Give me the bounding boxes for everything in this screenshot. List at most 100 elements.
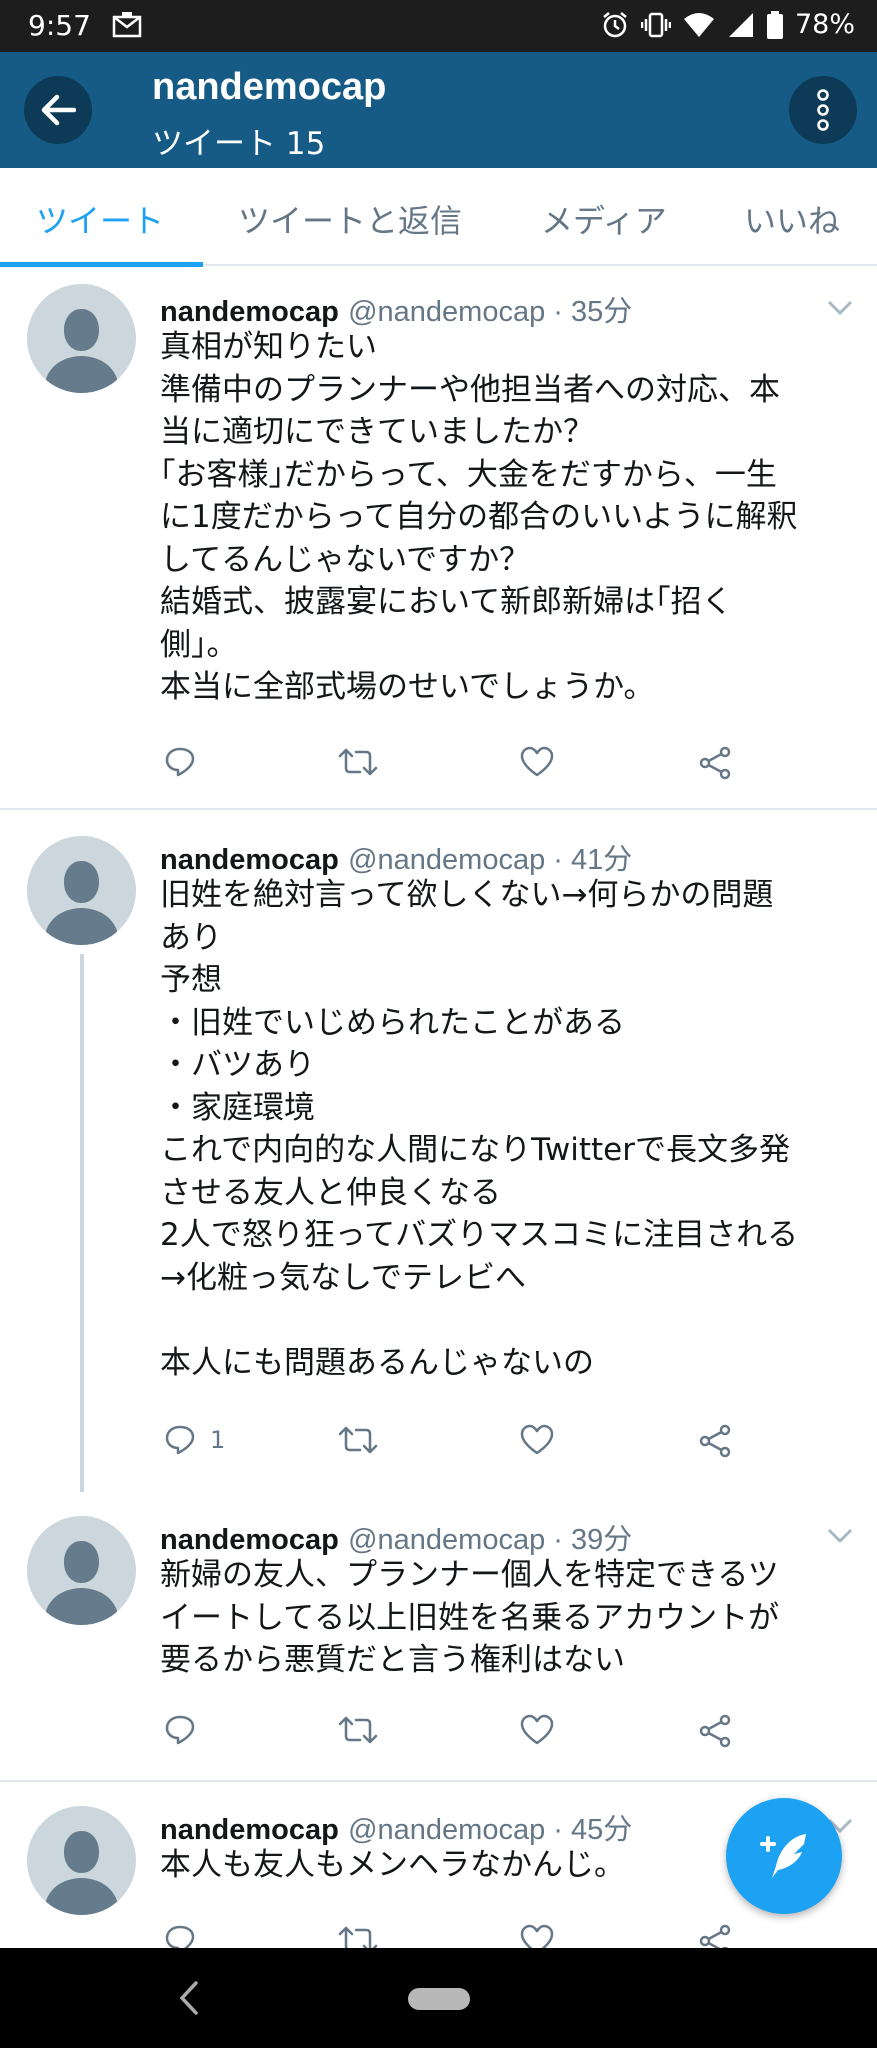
more-options-button[interactable] <box>789 76 857 144</box>
avatar-head <box>64 1831 99 1873</box>
retweet-icon <box>338 1426 378 1454</box>
chevron-down-icon[interactable] <box>827 300 853 316</box>
tweet-header: nandemocap @nandemocap · 35分 <box>160 288 632 330</box>
tweet-text-line: ・旧姓でいじめられたことがある <box>160 1004 625 1041</box>
chevron-down-icon[interactable] <box>827 1528 853 1544</box>
reply-button[interactable] <box>164 1924 196 1948</box>
like-button[interactable] <box>520 1924 554 1948</box>
tweet-actions: 1 <box>160 1424 760 1464</box>
tab-tweets[interactable]: ツイート <box>36 196 164 242</box>
retweet-button[interactable] <box>338 1424 378 1456</box>
tab-likes[interactable]: いいね <box>744 196 840 242</box>
tweet-text-line: ・バツあり <box>160 1047 315 1083</box>
reply-icon <box>165 747 195 777</box>
vibrate-icon <box>640 12 671 37</box>
tweet[interactable]: nandemocap @nandemocap · 41分 旧姓を絶対言って欲しく… <box>0 812 877 1494</box>
like-icon <box>520 746 554 777</box>
reply-icon <box>165 1715 195 1745</box>
more-vertical-icon <box>817 89 829 131</box>
arrow-left-icon <box>41 94 76 126</box>
like-button[interactable] <box>520 746 554 778</box>
tweet-text-line: に1度だからって自分の都合のいいように解釈 <box>160 499 798 535</box>
retweet-icon <box>338 1926 378 1948</box>
tweet-author-name: nandemocap <box>160 1524 339 1556</box>
reply-count: 1 <box>210 1426 226 1454</box>
reply-button[interactable] <box>164 746 210 778</box>
avatar[interactable] <box>27 284 136 393</box>
share-button[interactable] <box>698 746 732 780</box>
nav-back-icon[interactable] <box>178 1980 200 2016</box>
tweet-author-name: nandemocap <box>160 296 339 328</box>
avatar[interactable] <box>27 1806 136 1915</box>
share-icon <box>699 1924 731 1948</box>
avatar[interactable] <box>27 1516 136 1625</box>
share-icon <box>699 1714 731 1748</box>
wifi-icon <box>683 12 714 37</box>
tweet[interactable]: nandemocap @nandemocap · 35分 真相が知りたい 準備中… <box>0 268 877 810</box>
tweet-text-line: 本人にも問題あるんじゃないの <box>160 1344 594 1381</box>
avatar[interactable] <box>27 836 136 945</box>
compose-tweet-button[interactable] <box>726 1798 842 1914</box>
battery-icon <box>766 10 783 39</box>
tweet-text: 新婦の友人、プランナー個人を特定できるツ イートしてる以上旧姓を名乗るアカウント… <box>160 1554 860 1682</box>
tweet-text-line: →化粧っ気なしでテレビへ <box>160 1259 527 1296</box>
tweet[interactable]: nandemocap @nandemocap · 39分 新婦の友人、プランナー… <box>0 1492 877 1782</box>
nav-home-pill[interactable] <box>408 1988 470 2010</box>
share-button[interactable] <box>698 1714 732 1748</box>
system-nav-bar <box>0 1948 877 2048</box>
avatar-head <box>64 1541 99 1583</box>
tweet-text-line: 予想 <box>160 962 222 998</box>
retweet-icon <box>338 1716 378 1744</box>
tweet-text-line: させる友人と仲良くなる <box>160 1174 501 1211</box>
tweet-actions <box>160 746 760 786</box>
status-time: 9:57 <box>28 9 91 42</box>
avatar-body <box>45 1878 118 1915</box>
tab-media[interactable]: メディア <box>541 196 667 242</box>
reply-button[interactable]: 1 <box>164 1424 225 1456</box>
tweet-count: ツイート 15 <box>152 126 326 162</box>
share-icon <box>699 746 731 780</box>
tab-tweets-and-replies[interactable]: ツイートと返信 <box>238 196 462 242</box>
active-tab-indicator <box>0 262 203 267</box>
retweet-button[interactable] <box>338 1714 378 1746</box>
reply-icon <box>165 1925 195 1948</box>
like-icon <box>520 1424 554 1455</box>
notification-icon <box>112 12 142 38</box>
reply-button[interactable] <box>164 1714 210 1746</box>
like-icon <box>520 1924 554 1948</box>
share-button[interactable] <box>698 1924 732 1948</box>
tweet-text-line: 準備中のプランナーや他担当者への対応、本 <box>160 371 780 408</box>
back-button[interactable] <box>24 76 92 144</box>
share-button[interactable] <box>698 1424 732 1458</box>
profile-name: nandemocap <box>152 66 387 108</box>
reply-icon <box>165 1425 195 1455</box>
alarm-icon <box>603 11 627 37</box>
tweet-text-line: 当に適切にできていましたか？ <box>160 414 594 450</box>
tweet-header: nandemocap @nandemocap · 45分 <box>160 1806 632 1848</box>
profile-header: nandemocap ツイート 15 <box>0 52 877 168</box>
avatar-head <box>64 309 99 351</box>
tweet-text-line: イートしてる以上旧姓を名乗るアカウントが <box>160 1599 780 1636</box>
tweet-text-line: あり <box>160 919 222 956</box>
tweet-text-line: 側｣。 <box>160 626 238 663</box>
tweet-header: nandemocap @nandemocap · 41分 <box>160 836 632 878</box>
tweet-actions <box>160 1714 760 1754</box>
tweet-handle-time: @nandemocap · 45分 <box>348 1814 633 1846</box>
share-icon <box>699 1424 731 1458</box>
tweet-text-line: 要るから悪質だと言う権利はない <box>160 1642 625 1678</box>
tweet-text-line: ｢お客様｣だからって、大金をだすから、一生 <box>160 456 777 493</box>
tweet-text-line: 本当に全部式場のせいでしょうか。 <box>160 669 655 705</box>
thread-line <box>80 954 84 1494</box>
retweet-button[interactable] <box>338 1924 378 1948</box>
avatar-head <box>64 861 99 903</box>
tweet-author-name: nandemocap <box>160 1814 339 1846</box>
retweet-button[interactable] <box>338 746 378 778</box>
tweet-text-line: 結婚式、披露宴において新郎新婦は｢招く <box>160 584 733 620</box>
like-button[interactable] <box>520 1424 554 1456</box>
tweet-text-line: 新婦の友人、プランナー個人を特定できるツ <box>160 1557 779 1593</box>
like-icon <box>520 1714 554 1745</box>
like-button[interactable] <box>520 1714 554 1746</box>
compose-feather-icon <box>760 1834 806 1878</box>
tweet-header: nandemocap @nandemocap · 39分 <box>160 1516 632 1558</box>
profile-tabs: ツイート ツイートと返信 メディア いいね <box>0 168 877 266</box>
